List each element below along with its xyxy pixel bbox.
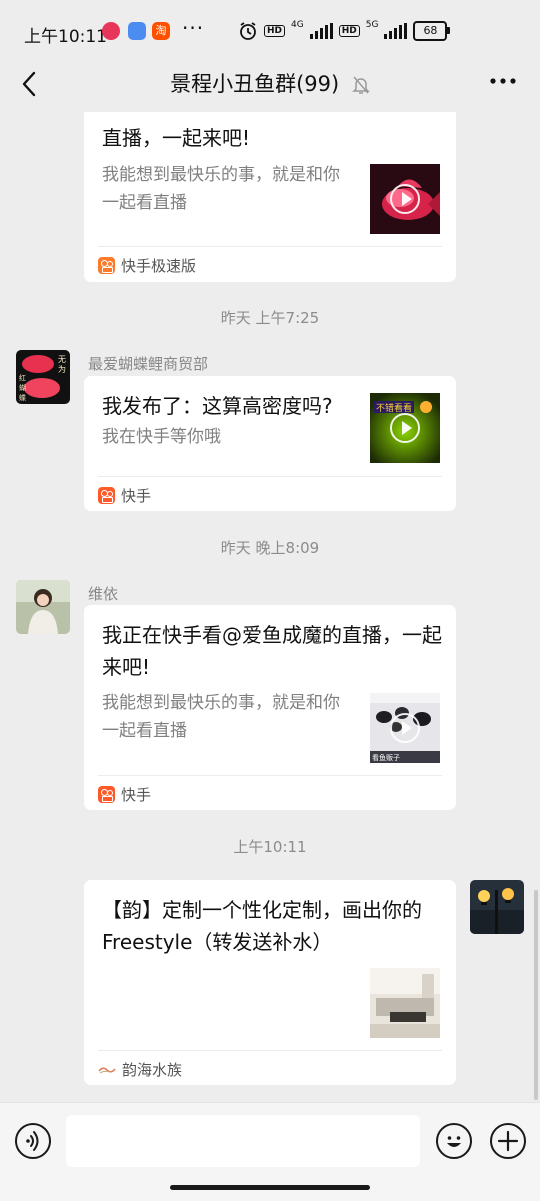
chat-title: 景程小丑鱼群(99) <box>170 72 340 96</box>
card-source-name: 快手极速版 <box>121 257 197 275</box>
article-thumbnail <box>370 968 440 1038</box>
hd-badge: HD <box>264 25 286 37</box>
plus-icon <box>497 1130 519 1152</box>
video-thumbnail <box>370 164 440 234</box>
voice-input-button[interactable] <box>15 1123 51 1159</box>
card-source-name: 快手 <box>121 487 152 505</box>
link-card-2[interactable]: 我发布了：这算高密度吗? 我在快手等你哦 不错看看 快手 <box>84 376 456 511</box>
sender-name: 维依 <box>88 585 119 603</box>
kuaishou-logo-icon <box>98 487 115 504</box>
message-input[interactable] <box>66 1115 420 1167</box>
card-source: 快手 <box>98 485 151 506</box>
card-source: 快手 <box>98 784 151 805</box>
network-type-2: 5G <box>365 19 379 30</box>
status-time: 上午10:11 <box>24 27 107 47</box>
notification-app-icon <box>102 22 120 40</box>
card-source-name: 韵海水族 <box>122 1061 183 1079</box>
taobao-app-icon: 淘 <box>152 22 170 40</box>
signal-icon <box>309 23 333 39</box>
svg-text:无: 无 <box>58 355 66 364</box>
svg-text:红: 红 <box>19 373 26 382</box>
svg-text:蝶: 蝶 <box>19 393 26 402</box>
timestamp: 昨天 晚上8:09 <box>220 539 320 557</box>
yunhai-logo-icon <box>98 1067 116 1073</box>
card-source: 快手极速版 <box>98 255 196 276</box>
kuaishou-lite-logo-icon <box>98 257 115 274</box>
video-thumbnail: 不错看看 <box>370 393 440 463</box>
chat-scrollbar[interactable] <box>534 890 538 1100</box>
alarm-icon <box>240 22 256 40</box>
link-card-4[interactable]: 【韵】定制一个性化定制，画出你的Freestyle（转发送补水） 韵海水族 <box>84 880 456 1085</box>
emoji-button[interactable] <box>436 1123 472 1159</box>
sender-name: 最爱蝴蝶鲤商贸部 <box>88 355 209 373</box>
mute-bell-icon <box>352 76 370 94</box>
card-description: 我在快手等你哦 <box>102 427 221 447</box>
video-thumbnail: 看鱼贩子 <box>370 693 440 763</box>
signal-icon-2 <box>384 23 408 39</box>
voice-icon <box>26 1131 39 1151</box>
network-type: 4G <box>291 19 304 30</box>
svg-text:蝴: 蝴 <box>19 383 26 392</box>
link-card-1[interactable]: 直播，一起来吧! 我能想到最快乐的事，就是和你一起看直播 快手极速版 <box>84 112 456 282</box>
home-indicator[interactable] <box>170 1185 370 1190</box>
card-title: 我正在快手看@爱鱼成魔的直播，一起来吧! <box>102 623 442 679</box>
card-source: 韵海水族 <box>98 1059 182 1080</box>
hd-badge-2: HD <box>338 25 360 37</box>
more-notifications-icon: ··· <box>182 16 205 40</box>
more-options-icon[interactable] <box>486 68 520 98</box>
svg-text:为: 为 <box>58 364 66 374</box>
card-title: 【韵】定制一个性化定制，画出你的Freestyle（转发送补水） <box>102 898 422 954</box>
kuaishou-logo-icon <box>98 786 115 803</box>
chat-header: 景程小丑鱼群(99) <box>0 62 540 112</box>
my-avatar[interactable] <box>470 880 524 934</box>
avatar[interactable]: 无 为 红 蝴 蝶 <box>16 350 70 404</box>
status-bar: 上午10:11 淘 ··· HD 4G HD 5G 68 <box>0 0 540 62</box>
timestamp: 昨天 上午7:25 <box>220 309 320 327</box>
timestamp: 上午10:11 <box>233 838 307 856</box>
avatar[interactable] <box>16 580 70 634</box>
chat-messages[interactable]: 直播，一起来吧! 我能想到最快乐的事，就是和你一起看直播 快手极速版 昨天 上午… <box>0 112 540 1102</box>
thumb-caption: 看鱼贩子 <box>372 753 400 762</box>
emoji-icon <box>447 1136 461 1147</box>
battery-icon: 68 <box>413 21 451 41</box>
card-description: 我能想到最快乐的事，就是和你一起看直播 <box>102 693 340 741</box>
card-description: 我能想到最快乐的事，就是和你一起看直播 <box>102 165 340 213</box>
chat-title-wrap: 景程小丑鱼群(99) <box>0 68 540 98</box>
more-functions-button[interactable] <box>490 1123 526 1159</box>
card-source-name: 快手 <box>121 786 152 804</box>
message-app-icon <box>128 22 146 40</box>
link-card-3[interactable]: 我正在快手看@爱鱼成魔的直播，一起来吧! 我能想到最快乐的事，就是和你一起看直播… <box>84 605 456 810</box>
card-title: 直播，一起来吧! <box>102 126 251 150</box>
